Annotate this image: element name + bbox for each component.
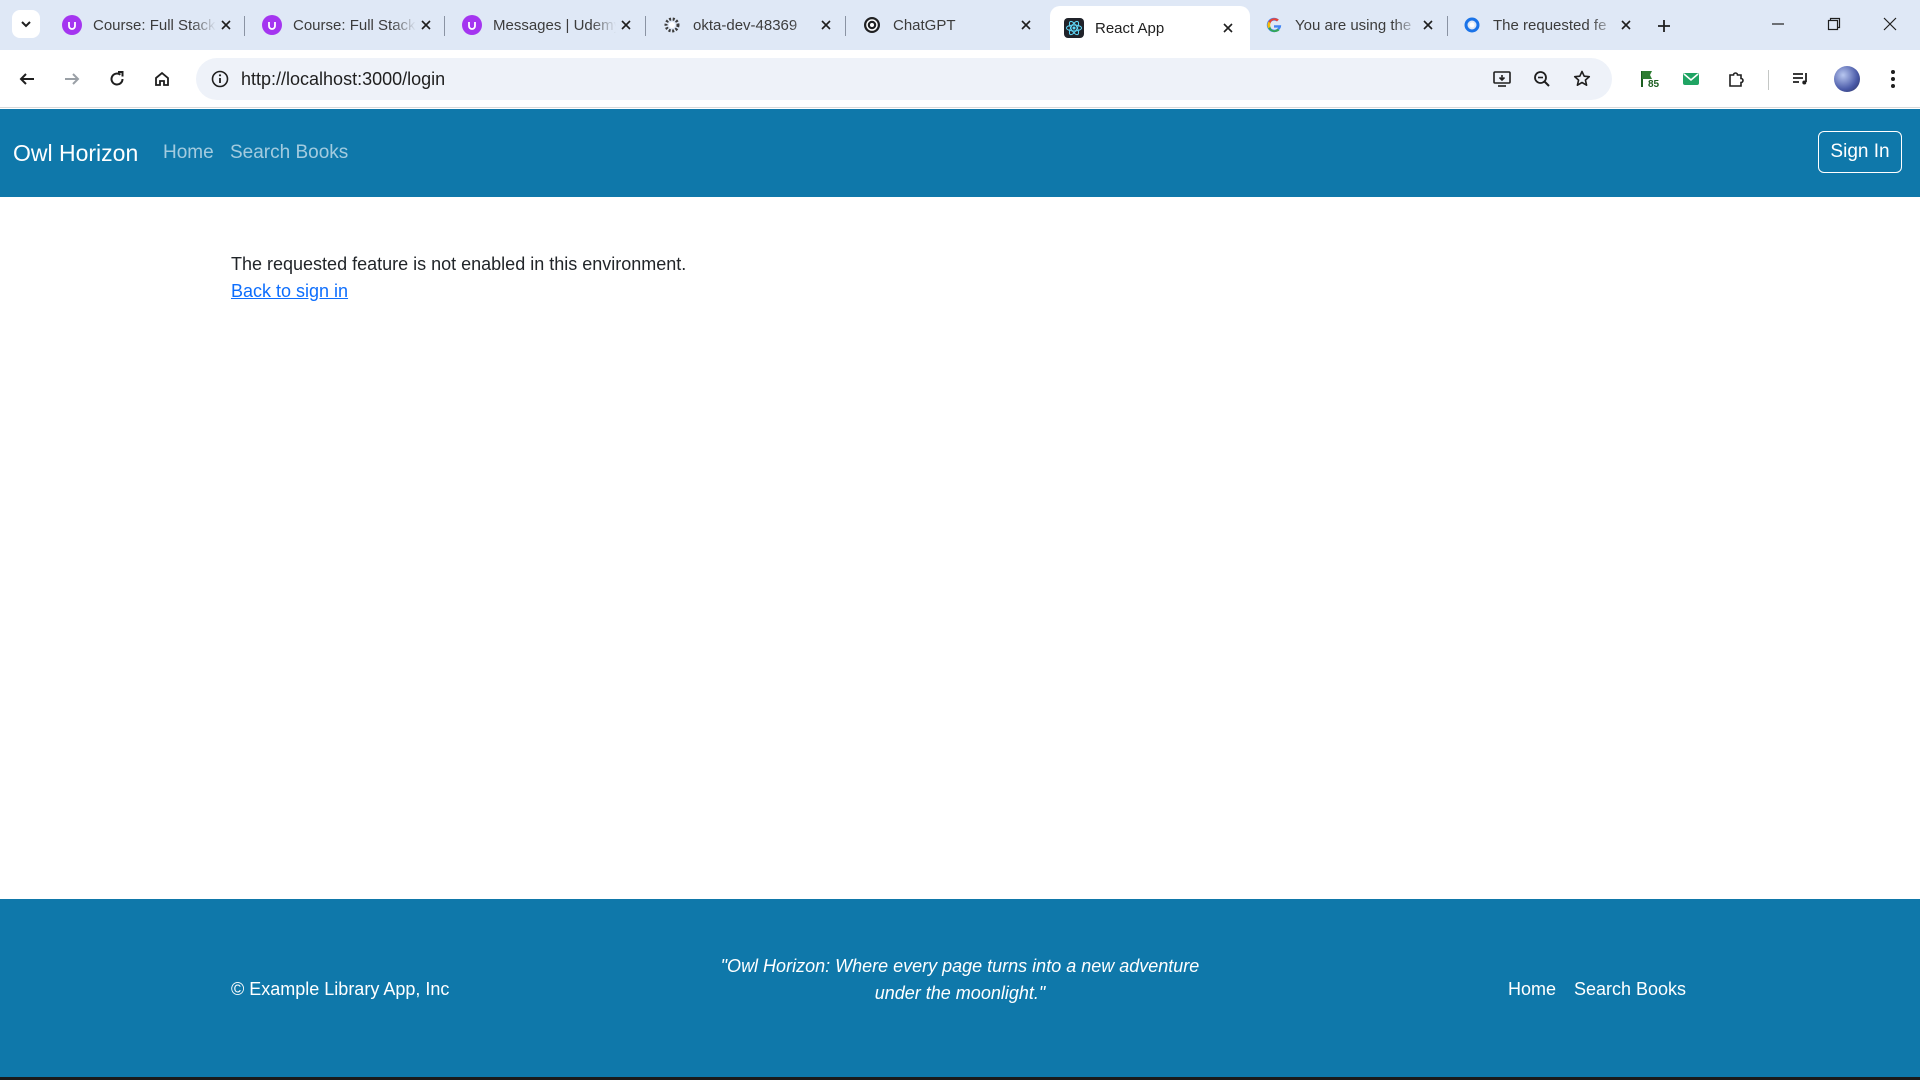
url-text[interactable]: http://localhost:3000/login [241,69,445,90]
browser-toolbar: http://localhost:3000/login 85 [0,50,1920,108]
sign-in-button[interactable]: Sign In [1818,131,1902,173]
back-to-sign-in-link[interactable]: Back to sign in [231,281,348,302]
address-bar[interactable]: http://localhost:3000/login [196,58,1612,100]
kebab-menu-icon [1891,70,1895,88]
mail-extension-icon [1683,73,1699,85]
footer-link-home[interactable]: Home [1508,979,1556,1000]
puzzle-icon [1729,72,1744,87]
tab-title: ChatGPT [893,16,956,34]
browser-tab[interactable]: You are using the [1250,6,1450,44]
close-icon[interactable] [816,15,836,35]
avatar [1834,66,1860,92]
tab-separator [444,16,445,36]
extension-badge: 85 [1648,79,1660,90]
tab-title: Course: Full Stack [293,16,416,34]
browser-tab[interactable]: Course: Full Stack [248,6,448,44]
minimize-icon [1772,23,1784,25]
extensions-menu-button[interactable] [1718,61,1754,97]
loading-icon [1462,15,1482,35]
profile-button[interactable] [1829,61,1865,97]
browser-tab[interactable]: okta-dev-48369 [648,6,848,44]
react-icon [1064,18,1084,38]
zoom-out-icon[interactable] [1526,63,1558,95]
browser-tab[interactable]: Course: Full Stack [48,6,248,44]
bookmark-star-icon[interactable] [1566,63,1598,95]
browser-menu-button[interactable] [1875,61,1911,97]
browser-tab-strip: Course: Full Stack Course: Full Stack Me… [0,0,1920,50]
extension-button[interactable]: 85 [1630,61,1666,97]
tab-separator [645,16,646,36]
tab-title: You are using the [1295,16,1412,34]
toolbar-divider [1768,70,1769,90]
chatgpt-icon [862,15,882,35]
window-close-button[interactable] [1862,0,1918,48]
forward-button[interactable] [54,61,90,97]
udemy-icon [62,15,82,35]
close-icon[interactable] [216,15,236,35]
home-icon [155,71,169,86]
plus-icon [1658,20,1670,32]
brand-link[interactable]: Owl Horizon [13,140,138,167]
okta-icon [662,15,682,35]
tab-title: Course: Full Stack [93,16,216,34]
copyright-text: © Example Library App, Inc [231,979,450,999]
main-content: The requested feature is not enabled in … [0,197,1920,899]
reload-icon [110,71,124,86]
arrow-left-icon [19,73,34,85]
tab-title: The requested fe [1493,16,1607,34]
app-navbar: Owl Horizon Home Search Books Sign In [0,109,1920,197]
chevron-down-icon [21,21,31,28]
tab-search-button[interactable] [12,10,40,38]
close-icon[interactable] [1016,15,1036,35]
footer-quote-line: "Owl Horizon: Where every page turns int… [720,956,1200,976]
home-button[interactable] [144,61,180,97]
footer-quote: "Owl Horizon: Where every page turns int… [700,953,1220,1007]
close-icon [1883,17,1897,31]
udemy-icon [262,15,282,35]
close-icon[interactable] [1218,18,1238,38]
site-info-icon[interactable] [206,65,234,93]
reload-button[interactable] [99,61,135,97]
footer-link-search-books[interactable]: Search Books [1574,979,1686,1000]
arrow-right-icon [65,73,80,85]
tab-separator [244,16,245,36]
google-icon [1264,15,1284,35]
close-icon[interactable] [1418,15,1438,35]
udemy-icon [462,15,482,35]
browser-tab[interactable]: ChatGPT [848,6,1048,44]
app-footer: © Example Library App, Inc "Owl Horizon:… [0,899,1920,1077]
restore-icon [1827,17,1841,31]
minimize-button[interactable] [1750,0,1806,48]
close-icon[interactable] [1616,15,1636,35]
install-app-icon[interactable] [1486,63,1518,95]
nav-link-search-books[interactable]: Search Books [230,142,348,164]
playlist-icon [1793,73,1807,85]
nav-link-home[interactable]: Home [163,142,214,164]
extension-button[interactable] [1673,61,1709,97]
media-control-button[interactable] [1783,61,1819,97]
browser-tab-active[interactable]: React App [1050,6,1250,50]
browser-tab[interactable]: The requested fe [1448,6,1648,44]
restore-button[interactable] [1806,0,1862,48]
browser-tab[interactable]: Messages | Udemy [448,6,648,44]
footer-quote-line: under the moonlight." [874,983,1046,1003]
close-icon[interactable] [416,15,436,35]
tab-separator [845,16,846,36]
tab-title: okta-dev-48369 [693,16,798,34]
back-button[interactable] [9,61,45,97]
new-tab-button[interactable] [1650,12,1678,40]
feature-disabled-message: The requested feature is not enabled in … [231,254,687,274]
close-icon[interactable] [616,15,636,35]
tab-title: React App [1095,19,1165,37]
tab-title: Messages | Udemy [493,16,616,34]
